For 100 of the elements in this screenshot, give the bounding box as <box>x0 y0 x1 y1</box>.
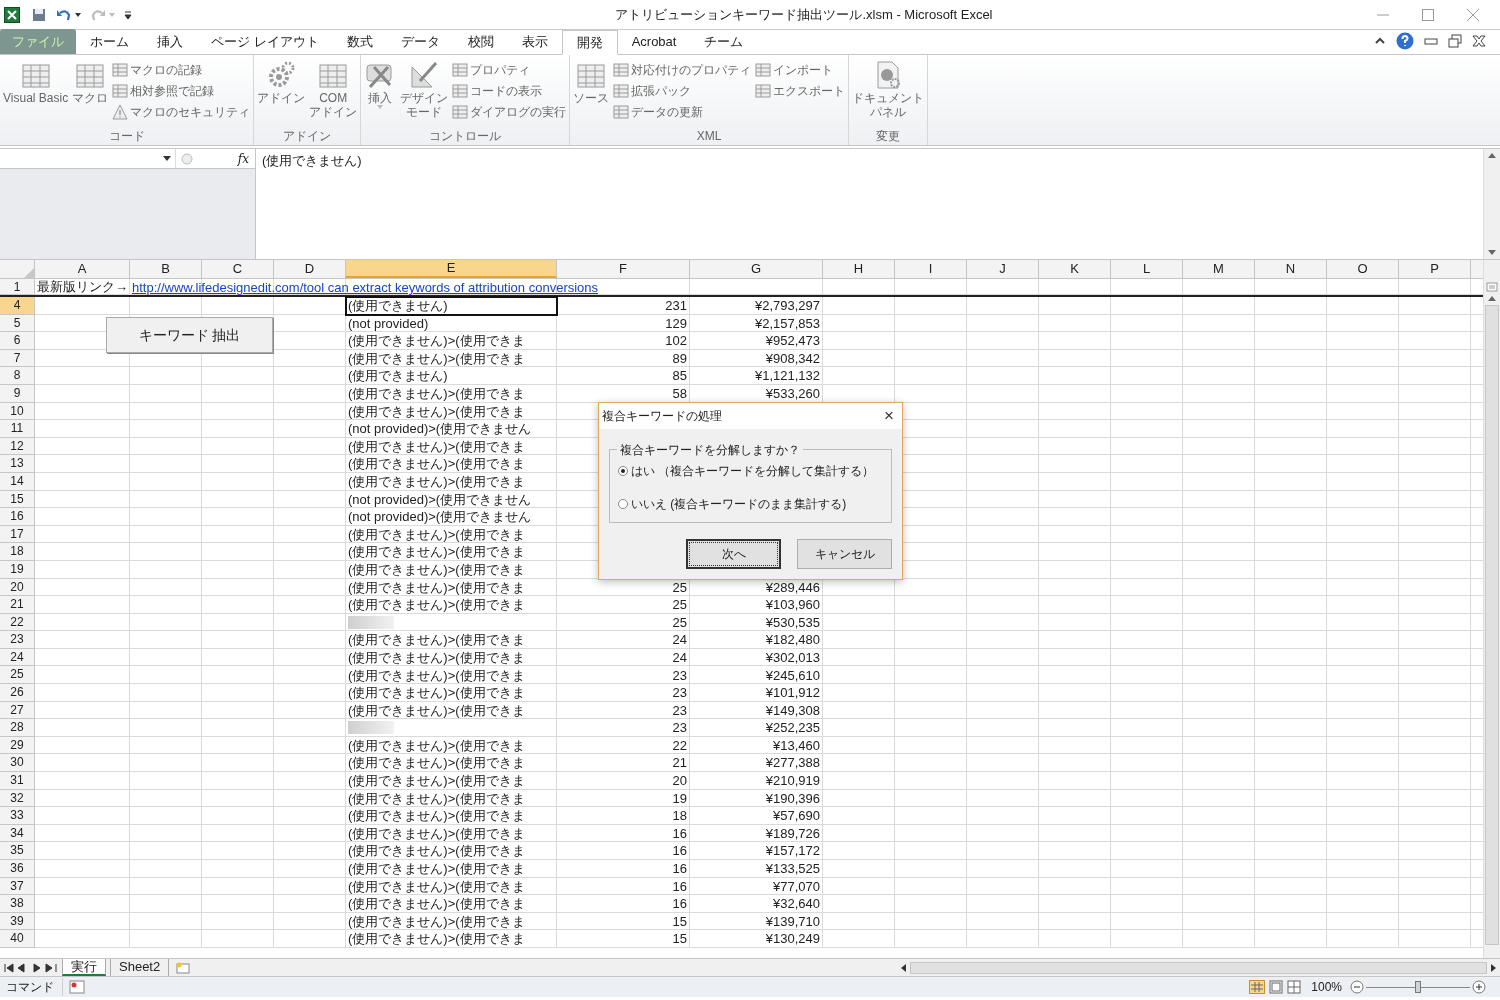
ribbon-tab[interactable]: チーム <box>690 29 758 54</box>
table-cell[interactable]: (使用できません)>(使用できま <box>346 455 557 473</box>
table-cell[interactable]: ¥952,473 <box>690 332 823 350</box>
table-cell[interactable]: (使用できません)>(使用できま <box>346 596 557 614</box>
radio-option[interactable]: はい （複合キーワードを分解して集計する） <box>618 462 891 480</box>
row-header[interactable]: 33 <box>0 807 35 825</box>
table-cell[interactable]: ¥252,235 <box>690 719 823 737</box>
ribbon-tab[interactable]: 挿入 <box>143 29 197 54</box>
insert-function-button[interactable]: fx <box>237 149 255 168</box>
split-handle-icon[interactable] <box>1486 282 1498 292</box>
row-header[interactable]: 4 <box>0 297 35 315</box>
table-cell[interactable]: (使用できません)>(使用できま <box>346 684 557 702</box>
row-header[interactable]: 30 <box>0 754 35 773</box>
table-cell[interactable]: (使用できません)>(使用できま <box>346 772 557 790</box>
ribbon-button[interactable]: アドイン <box>257 59 306 105</box>
table-cell[interactable]: (使用できません)>(使用できま <box>346 807 557 825</box>
table-cell[interactable]: (使用できません)>(使用できま <box>346 578 557 597</box>
column-header[interactable]: F <box>557 260 690 278</box>
row-header[interactable]: 31 <box>0 772 35 790</box>
scroll-up-icon[interactable] <box>1488 296 1496 301</box>
ribbon-tab[interactable]: Acrobat <box>617 29 691 54</box>
table-cell[interactable]: (使用できません)>(使用できま <box>346 824 557 843</box>
ribbon-button[interactable]: ドキュメント パネル <box>852 59 925 119</box>
row-header[interactable]: 38 <box>0 895 35 913</box>
scroll-right-icon[interactable] <box>1491 963 1496 972</box>
table-cell[interactable]: ¥157,172 <box>690 842 823 860</box>
row-header[interactable]: 13 <box>0 455 35 473</box>
table-cell[interactable]: ¥77,070 <box>690 877 823 896</box>
ribbon-tab[interactable]: データ <box>386 29 454 54</box>
ribbon-tab[interactable]: 校閲 <box>453 29 508 54</box>
table-cell[interactable]: (使用できません)>(使用できま <box>346 543 557 561</box>
sheet-tab[interactable]: Sheet2 <box>110 959 170 976</box>
column-header[interactable]: A <box>35 260 130 278</box>
table-cell[interactable]: 20 <box>557 772 690 790</box>
ribbon-button[interactable]: データの更新 <box>613 101 752 122</box>
row-header[interactable]: 6 <box>0 332 35 350</box>
table-cell[interactable]: 25 <box>557 613 690 632</box>
column-header[interactable]: L <box>1111 260 1183 278</box>
horizontal-scroll-thumb[interactable] <box>910 961 1487 974</box>
column-header[interactable]: E <box>346 260 557 278</box>
table-cell[interactable]: 58 <box>557 384 690 403</box>
table-cell[interactable]: 23 <box>557 719 690 737</box>
table-cell[interactable]: (not provided) <box>346 314 557 333</box>
formula-input[interactable]: (使用できません) <box>256 149 1483 259</box>
minimize-window-icon[interactable] <box>1424 37 1438 45</box>
table-cell[interactable]: ¥190,396 <box>690 789 823 808</box>
radio-button[interactable] <box>618 466 628 476</box>
zoom-out-icon[interactable] <box>1350 980 1364 994</box>
row-header[interactable]: 26 <box>0 684 35 702</box>
table-cell[interactable]: ¥182,480 <box>690 631 823 649</box>
scroll-down-icon[interactable] <box>1488 250 1496 255</box>
table-cell[interactable]: (使用できません)>(使用できま <box>346 701 557 720</box>
table-cell[interactable]: (使用できません)>(使用できま <box>346 877 557 896</box>
table-cell[interactable]: 102 <box>557 332 690 350</box>
row-header[interactable]: 16 <box>0 508 35 526</box>
table-cell[interactable]: 16 <box>557 895 690 913</box>
radio-option[interactable]: いいえ (複合キーワードのまま集計する) <box>618 495 891 513</box>
table-cell[interactable]: (not provided)>(使用できません <box>346 508 557 526</box>
undo-icon[interactable] <box>56 7 72 22</box>
table-cell[interactable]: ¥908,342 <box>690 349 823 368</box>
table-cell[interactable]: (使用できません)>(使用できま <box>346 860 557 878</box>
close-button[interactable]: × <box>884 403 894 429</box>
table-cell[interactable]: ¥302,013 <box>690 648 823 667</box>
table-cell[interactable]: 23 <box>557 701 690 720</box>
table-cell[interactable]: (使用できません)>(使用できま <box>346 437 557 456</box>
column-header[interactable]: C <box>202 260 274 278</box>
table-cell[interactable]: (使用できません)>(使用できま <box>346 912 557 931</box>
column-header[interactable]: N <box>1255 260 1327 278</box>
table-cell[interactable]: ¥245,610 <box>690 666 823 685</box>
ribbon-button[interactable]: 拡張パック <box>613 80 752 101</box>
zoom-level[interactable]: 100% <box>1311 978 1342 996</box>
table-cell[interactable]: 15 <box>557 912 690 931</box>
scroll-thumb[interactable] <box>1485 305 1499 945</box>
table-cell[interactable]: (not provided)>(使用できません <box>346 490 557 509</box>
sheet-tab[interactable]: 実行 <box>62 959 106 976</box>
scroll-left-icon[interactable] <box>901 963 907 972</box>
table-cell[interactable]: (使用できません)>(使用できま <box>346 789 557 808</box>
table-cell[interactable]: ¥289,446 <box>690 578 823 597</box>
table-cell[interactable]: ¥139,710 <box>690 912 823 931</box>
table-cell[interactable]: 231 <box>557 297 690 315</box>
collapse-ribbon-icon[interactable] <box>1374 36 1386 46</box>
ribbon-button[interactable]: コードの表示 <box>452 80 567 101</box>
row-header[interactable]: 28 <box>0 719 35 737</box>
table-cell[interactable]: (使用できません)>(使用できま <box>346 754 557 773</box>
caret-icon[interactable] <box>74 11 82 18</box>
table-cell[interactable]: (使用できません)>(使用できま <box>346 631 557 649</box>
page-break-icon[interactable] <box>1287 980 1302 994</box>
table-cell[interactable]: ¥103,960 <box>690 596 823 614</box>
table-cell[interactable]: (not provided)>(使用できません <box>346 420 557 438</box>
customize-toolbar-icon[interactable] <box>124 8 132 21</box>
table-cell[interactable]: 18 <box>557 807 690 825</box>
table-cell[interactable]: 15 <box>557 930 690 948</box>
row-header[interactable]: 36 <box>0 860 35 878</box>
table-cell[interactable]: 129 <box>557 314 690 333</box>
macro-record-icon[interactable] <box>69 980 85 994</box>
restore-window-icon[interactable] <box>1448 34 1462 48</box>
scroll-up-icon[interactable] <box>1488 153 1496 158</box>
table-cell[interactable]: (使用できません)>(使用できま <box>346 930 557 948</box>
table-cell[interactable]: ¥530,535 <box>690 613 823 632</box>
save-icon[interactable] <box>32 7 46 22</box>
